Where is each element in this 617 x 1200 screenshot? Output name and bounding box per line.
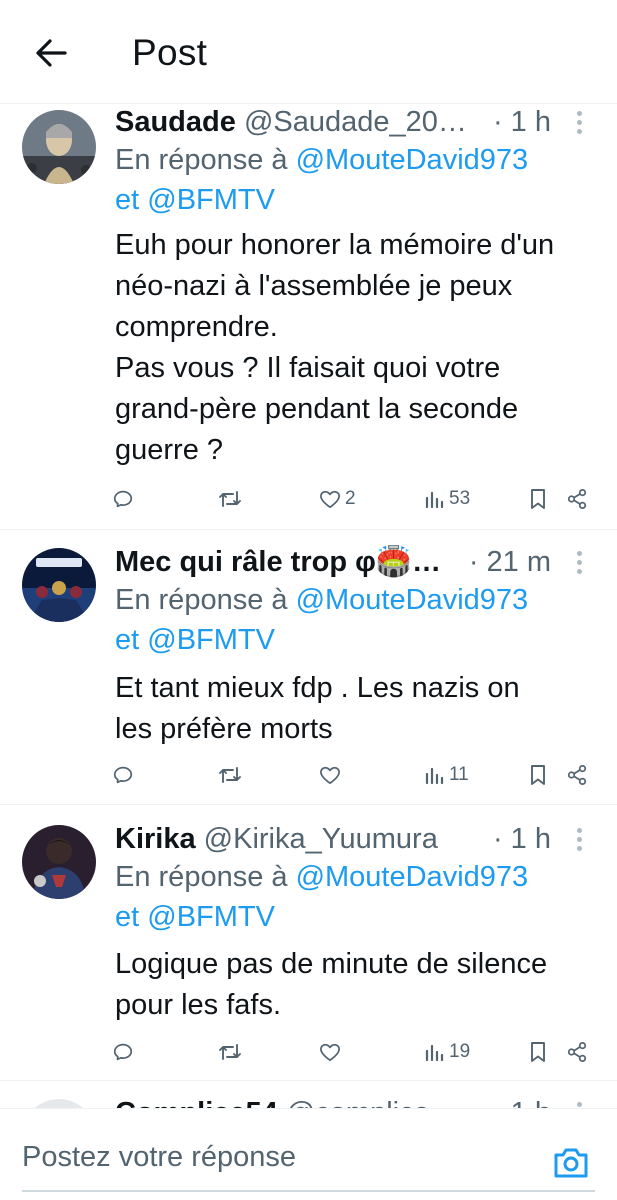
tweet-text: Euh pour honorer la mémoire d'un néo-naz… bbox=[115, 229, 555, 466]
author-name[interactable]: Complice54 bbox=[115, 1097, 278, 1108]
conjunction: et bbox=[115, 184, 140, 216]
bookmark-icon bbox=[531, 765, 545, 785]
bookmark-button[interactable] bbox=[529, 484, 547, 514]
reply-prefix: En réponse à bbox=[115, 861, 288, 893]
reply-to-line: En réponse à @MouteDavid973 et @BFMTV bbox=[115, 857, 595, 937]
like-button[interactable]: 2 bbox=[319, 484, 356, 514]
post-time: · 1 h bbox=[486, 821, 551, 857]
avatar[interactable] bbox=[22, 825, 96, 899]
mention-link[interactable]: @MouteDavid973 bbox=[296, 584, 529, 616]
bookmark-button[interactable] bbox=[529, 760, 547, 790]
avatar[interactable] bbox=[22, 110, 96, 184]
reply-icon bbox=[113, 490, 133, 508]
mention-link[interactable]: @BFMTV bbox=[147, 184, 275, 216]
views-icon bbox=[425, 1044, 444, 1061]
bookmark-button[interactable] bbox=[529, 1037, 547, 1067]
like-count: 2 bbox=[345, 488, 356, 509]
reply-prefix: En réponse à bbox=[115, 144, 288, 176]
bookmark-icon bbox=[531, 1042, 545, 1062]
views-icon bbox=[425, 491, 444, 508]
share-button[interactable] bbox=[566, 484, 588, 514]
reply-button[interactable] bbox=[112, 484, 134, 514]
views-button[interactable]: 19 bbox=[425, 1037, 470, 1067]
repost-button[interactable] bbox=[218, 760, 242, 790]
post-time: · 1 h bbox=[486, 104, 551, 140]
repost-button[interactable] bbox=[218, 1037, 242, 1067]
tweet-text: Logique pas de minute de silence pour le… bbox=[115, 948, 548, 1021]
action-bar: 2 53 bbox=[110, 484, 600, 514]
tweet-text: Et tant mieux fdp . Les nazis on les pré… bbox=[115, 672, 520, 745]
heart-icon bbox=[320, 490, 340, 509]
author-handle[interactable]: @Saudade_20… bbox=[244, 106, 467, 138]
conjunction: et bbox=[115, 624, 140, 656]
more-options-button[interactable] bbox=[569, 821, 589, 857]
mention-link[interactable]: @BFMTV bbox=[147, 901, 275, 933]
views-button[interactable]: 11 bbox=[425, 760, 469, 790]
camera-icon bbox=[554, 1148, 588, 1178]
repost-icon bbox=[219, 1044, 241, 1060]
input-underline bbox=[22, 1190, 595, 1192]
tweet-item[interactable]: Kirika @Kirika_Yuumura · 1 h En réponse … bbox=[0, 805, 617, 1081]
reply-composer: Postez votre réponse bbox=[0, 1108, 617, 1200]
repost-icon bbox=[219, 767, 241, 783]
reply-prefix: En réponse à bbox=[115, 584, 288, 616]
views-icon bbox=[425, 767, 444, 784]
conjunction: et bbox=[115, 901, 140, 933]
share-icon bbox=[567, 1041, 587, 1063]
mention-link[interactable]: @MouteDavid973 bbox=[296, 861, 529, 893]
page-title: Post bbox=[132, 32, 208, 73]
view-count: 53 bbox=[449, 488, 471, 509]
mention-link[interactable]: @BFMTV bbox=[147, 624, 275, 656]
avatar[interactable] bbox=[22, 548, 96, 622]
repost-button[interactable] bbox=[218, 484, 242, 514]
tweet-item[interactable]: Complice54 @complice… · 1 h bbox=[0, 1081, 617, 1108]
views-button[interactable]: 53 bbox=[425, 484, 470, 514]
camera-button[interactable] bbox=[551, 1143, 591, 1183]
back-button[interactable] bbox=[30, 32, 72, 74]
author-name[interactable]: Mec qui râle trop φ🏟️… bbox=[115, 546, 441, 578]
share-button[interactable] bbox=[566, 760, 588, 790]
reply-input[interactable]: Postez votre réponse bbox=[22, 1141, 296, 1174]
reply-feed[interactable]: Saudade @Saudade_20… · 1 h En réponse à … bbox=[0, 104, 617, 1108]
share-button[interactable] bbox=[566, 1037, 588, 1067]
mention-link[interactable]: @MouteDavid973 bbox=[296, 144, 529, 176]
more-options-button[interactable] bbox=[569, 1095, 589, 1108]
reply-to-line: En réponse à @MouteDavid973 et @BFMTV bbox=[115, 580, 595, 660]
reply-icon bbox=[113, 766, 133, 784]
reply-button[interactable] bbox=[112, 1037, 134, 1067]
action-bar: 19 bbox=[110, 1037, 600, 1067]
tweet-item[interactable]: Mec qui râle trop φ🏟️… · 21 m En réponse… bbox=[0, 530, 617, 805]
author-name[interactable]: Kirika bbox=[115, 823, 196, 855]
bookmark-icon bbox=[531, 489, 545, 509]
share-icon bbox=[567, 488, 587, 510]
more-options-button[interactable] bbox=[569, 544, 589, 580]
arrow-left-icon bbox=[36, 39, 67, 67]
view-count: 19 bbox=[449, 1041, 471, 1062]
author-handle[interactable]: @complice… bbox=[286, 1097, 459, 1108]
avatar[interactable] bbox=[22, 1099, 96, 1108]
view-count: 11 bbox=[449, 764, 469, 785]
tweet-item[interactable]: Saudade @Saudade_20… · 1 h En réponse à … bbox=[0, 104, 617, 530]
heart-icon bbox=[320, 766, 340, 785]
reply-button[interactable] bbox=[112, 760, 134, 790]
post-time: · 1 h bbox=[486, 1095, 551, 1108]
action-bar: 11 bbox=[110, 760, 600, 790]
repost-icon bbox=[219, 491, 241, 507]
author-name[interactable]: Saudade bbox=[115, 106, 236, 138]
like-button[interactable] bbox=[319, 1037, 345, 1067]
like-button[interactable] bbox=[319, 760, 345, 790]
tweet-header: Mec qui râle trop φ🏟️… bbox=[115, 544, 452, 580]
more-options-button[interactable] bbox=[569, 104, 589, 140]
heart-icon bbox=[320, 1043, 340, 1062]
reply-icon bbox=[113, 1043, 133, 1061]
top-bar: Post bbox=[0, 0, 617, 104]
reply-to-line: En réponse à @MouteDavid973 et @BFMTV bbox=[115, 140, 595, 220]
post-time: · 21 m bbox=[462, 544, 551, 580]
share-icon bbox=[567, 764, 587, 786]
author-handle[interactable]: @Kirika_Yuumura bbox=[204, 823, 438, 855]
